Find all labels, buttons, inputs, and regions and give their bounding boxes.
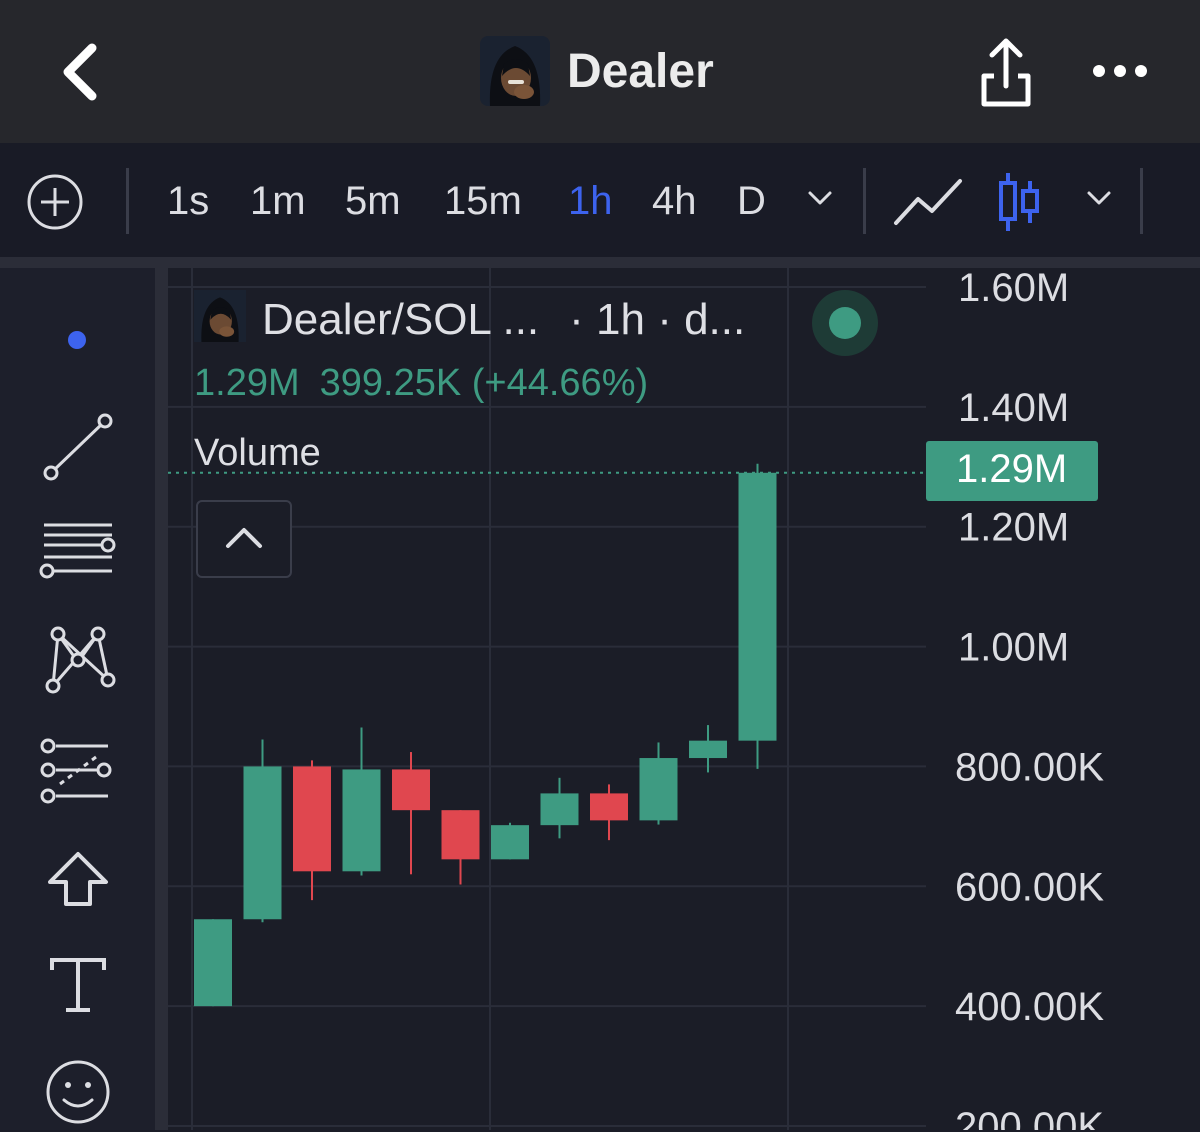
chart-toolbar: 1s 1m 5m 15m 1h 4h D — [0, 143, 1200, 257]
legend-interval: · 1h · d... — [569, 295, 746, 344]
candle-body — [738, 472, 777, 741]
legend-values: 1.29M 399.25K (+44.66%) — [194, 362, 668, 405]
timeframe-1s[interactable]: 1s — [167, 177, 209, 225]
candle-body — [689, 740, 727, 759]
token-avatar — [480, 36, 550, 106]
price-axis-label: 1.40M — [958, 386, 1069, 430]
price-axis-label: 800.00K — [955, 745, 1104, 789]
page-title: Dealer — [567, 45, 714, 98]
fib-levels-icon[interactable] — [36, 734, 120, 814]
chevron-down-icon[interactable] — [1085, 189, 1113, 207]
chart-legend: Dealer/SOL ... · 1h · d... — [194, 290, 745, 350]
legend-pair[interactable]: Dealer/SOL ... — [262, 295, 539, 345]
trend-line-icon[interactable] — [36, 408, 120, 488]
price-axis-label: 1.20M — [958, 506, 1069, 550]
toolbar-divider — [126, 168, 129, 234]
timeframe-15m[interactable]: 15m — [444, 177, 522, 225]
timeframe-1h[interactable]: 1h — [568, 177, 613, 225]
candle-body — [441, 810, 480, 860]
cursor-dot-icon[interactable] — [68, 331, 86, 349]
candle-body — [491, 825, 529, 860]
price-axis-label: 200.00K — [955, 1105, 1104, 1130]
price-axis-label: 1.00M — [958, 626, 1069, 670]
candle-body — [342, 769, 381, 872]
candle-body — [639, 758, 678, 821]
plus-circle-icon[interactable] — [26, 173, 84, 231]
ellipsis-icon[interactable] — [1090, 56, 1150, 86]
price-axis-label: 400.00K — [955, 985, 1104, 1029]
price-axis-label: 1.60M — [958, 268, 1069, 310]
horizontal-lines-icon[interactable] — [36, 513, 120, 593]
toolbar-divider — [863, 168, 866, 234]
candle-body — [540, 793, 579, 826]
timeframe-4h[interactable]: 4h — [652, 177, 697, 225]
price-axis-label: 600.00K — [955, 865, 1104, 909]
line-chart-icon[interactable] — [892, 173, 964, 231]
current-price-tag: 1.29M — [926, 441, 1098, 501]
pattern-icon[interactable] — [36, 620, 120, 700]
divider — [155, 268, 168, 1130]
price-chart[interactable]: 1.60M 1.40M 1.20M 1.00M 800.00K 600.00K 400.00… — [168, 268, 1200, 1130]
candle-body — [243, 766, 282, 920]
emoji-icon[interactable] — [36, 1052, 120, 1132]
share-icon[interactable] — [978, 36, 1034, 108]
arrow-up-icon[interactable] — [36, 842, 120, 922]
candle-body — [194, 919, 232, 1007]
candle-body — [293, 766, 331, 872]
divider — [0, 257, 1200, 268]
timeframe-d[interactable]: D — [737, 177, 766, 225]
candlestick-icon[interactable] — [996, 171, 1042, 233]
candle-body — [392, 769, 430, 811]
legend-change: 399.25K (+44.66%) — [319, 362, 649, 404]
candle-body — [590, 793, 628, 821]
legend-last-price: 1.29M — [194, 362, 300, 404]
volume-label[interactable]: Volume — [194, 432, 321, 475]
app-header: Dealer — [0, 0, 1200, 143]
timeframe-5m[interactable]: 5m — [345, 177, 401, 225]
chevron-left-icon[interactable] — [56, 40, 106, 104]
chevron-up-icon — [226, 528, 262, 548]
timeframe-1m[interactable]: 1m — [250, 177, 306, 225]
token-avatar — [194, 290, 246, 346]
status-dot — [829, 307, 861, 339]
status-indicator — [812, 290, 878, 356]
chevron-down-icon[interactable] — [806, 189, 834, 207]
collapse-legend-button[interactable] — [196, 500, 292, 578]
text-icon[interactable] — [36, 946, 120, 1026]
toolbar-divider — [1140, 168, 1143, 234]
